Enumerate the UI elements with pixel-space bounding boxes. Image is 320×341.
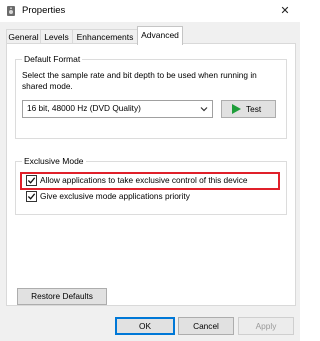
priority-label: Give exclusive mode applications priorit… [40,191,190,201]
allow-exclusive-checkbox-row[interactable]: Allow applications to take exclusive con… [26,174,276,186]
close-button[interactable]: ✕ [270,0,300,22]
tab-general[interactable]: General [6,29,41,44]
dialog-client: General Levels Enhancements Advanced Def… [0,22,300,341]
cancel-button[interactable]: Cancel [178,317,234,335]
play-icon [232,104,241,114]
test-button[interactable]: Test [221,100,276,118]
default-format-description: Select the sample rate and bit depth to … [22,70,257,91]
tab-enhancements[interactable]: Enhancements [72,29,138,44]
default-format-title: Default Format [22,54,83,64]
allow-exclusive-checkbox[interactable] [26,175,37,186]
close-icon: ✕ [280,5,290,17]
restore-defaults-button[interactable]: Restore Defaults [17,288,107,305]
priority-checkbox[interactable] [26,191,37,202]
format-select[interactable]: 16 bit, 48000 Hz (DVD Quality) [22,100,213,118]
speaker-icon [7,6,15,16]
checkmark-icon [27,177,36,184]
tab-levels[interactable]: Levels [40,29,73,44]
chevron-down-icon [200,107,208,112]
test-label: Test [246,104,262,114]
advanced-panel: Default Format Select the sample rate an… [6,43,296,306]
allow-exclusive-label: Allow applications to take exclusive con… [40,175,248,185]
exclusive-mode-group: Exclusive Mode Allow applications to tak… [15,156,287,215]
checkmark-icon [27,193,36,200]
ok-button[interactable]: OK [115,317,175,335]
priority-checkbox-row[interactable]: Give exclusive mode applications priorit… [26,190,276,202]
tab-advanced[interactable]: Advanced [137,26,183,45]
window-title: Properties [22,5,66,16]
format-select-value: 16 bit, 48000 Hz (DVD Quality) [27,103,141,113]
exclusive-mode-title: Exclusive Mode [22,156,86,166]
apply-button[interactable]: Apply [238,317,294,335]
default-format-group: Default Format Select the sample rate an… [15,54,287,139]
title-bar: Properties ✕ [0,0,300,22]
